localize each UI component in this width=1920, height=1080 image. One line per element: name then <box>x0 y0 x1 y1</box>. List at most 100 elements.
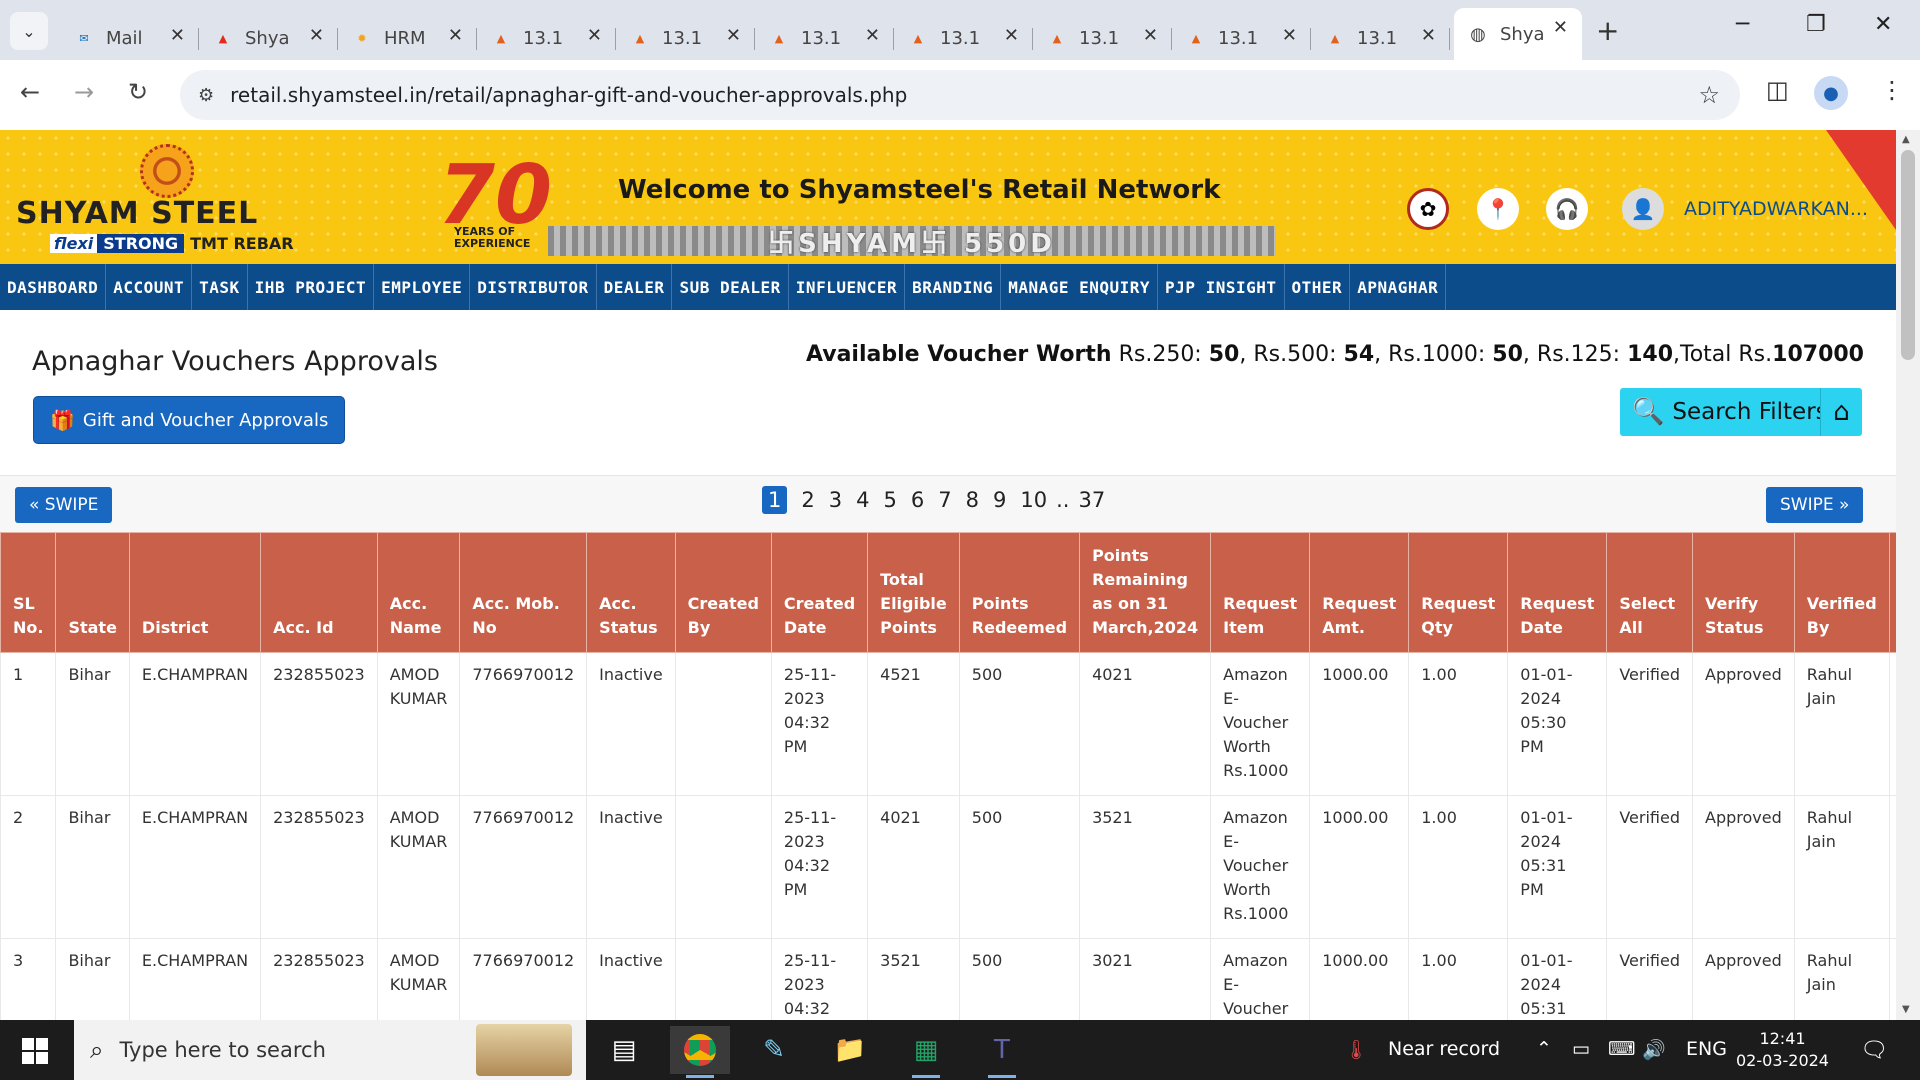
nav-item-apnaghar[interactable]: APNAGHAR <box>1350 264 1447 310</box>
close-tab-icon[interactable]: ✕ <box>726 25 741 46</box>
browser-tab[interactable]: ▲ 13.1 ✕ <box>755 16 894 60</box>
nav-item-account[interactable]: ACCOUNT <box>106 264 193 310</box>
close-tab-icon[interactable]: ✕ <box>865 25 880 46</box>
back-button[interactable]: ← <box>20 78 40 106</box>
table-row[interactable]: 2 Bihar E.CHAMPRAN 232855023 AMOD KUMAR 77669… <box>0 795 1896 939</box>
browser-tab[interactable]: ▲ 13.1 ✕ <box>477 16 616 60</box>
close-tab-icon[interactable]: ✕ <box>1143 25 1158 46</box>
close-tab-icon[interactable]: ✕ <box>587 25 602 46</box>
close-tab-icon[interactable]: ✕ <box>170 25 185 46</box>
side-panel-icon[interactable]: ◫ <box>1766 76 1789 104</box>
notepad-icon[interactable]: ✎ <box>744 1026 804 1074</box>
search-filters-button[interactable]: 🔍 Search Filters <box>1620 388 1840 436</box>
new-tab-button[interactable]: + <box>1596 14 1619 47</box>
language-indicator[interactable]: ENG <box>1686 1038 1727 1060</box>
close-tab-icon[interactable]: ✕ <box>1421 25 1436 46</box>
page-link[interactable]: 8 <box>966 488 979 512</box>
close-tab-icon[interactable]: ✕ <box>1282 25 1297 46</box>
user-avatar[interactable]: 👤 <box>1622 188 1664 230</box>
weather-icon[interactable]: 🌡 <box>1344 1038 1368 1061</box>
scroll-thumb[interactable] <box>1901 150 1915 360</box>
forward-button[interactable]: → <box>74 78 94 106</box>
nav-item-ihb-project[interactable]: IHB PROJECT <box>248 264 375 310</box>
bookmark-star-icon[interactable]: ☆ <box>1698 81 1720 109</box>
page-link[interactable]: 7 <box>938 488 951 512</box>
swipe-next-button[interactable]: SWIPE » <box>1766 487 1864 523</box>
scroll-down-icon[interactable]: ▼ <box>1902 1004 1910 1015</box>
nav-item-pjp-insight[interactable]: PJP INSIGHT <box>1158 264 1285 310</box>
browser-tab-active[interactable]: ◍ Shya ✕ <box>1454 8 1582 60</box>
close-tab-icon[interactable]: ✕ <box>1553 17 1568 38</box>
table-row[interactable]: 3 Bihar E.CHAMPRAN 232855023 AMOD KUMAR 77669… <box>0 938 1896 1020</box>
page-link[interactable]: 10 <box>1020 488 1047 512</box>
page-link[interactable]: 1 <box>762 486 788 514</box>
address-bar[interactable]: ⚙ retail.shyamsteel.in/retail/apnaghar-g… <box>180 70 1740 120</box>
table-cell: 1 <box>0 652 57 796</box>
volume-icon[interactable]: 🔊 <box>1642 1038 1666 1061</box>
taskbar-search[interactable]: ⌕ Type here to search <box>74 1020 586 1080</box>
windows-start-button[interactable] <box>22 1038 48 1064</box>
corner-decoration <box>1826 130 1896 230</box>
notification-icon[interactable]: 🗨 <box>1860 1038 1888 1063</box>
close-tab-icon[interactable]: ✕ <box>448 25 463 46</box>
column-header: Verified By <box>1793 532 1890 653</box>
column-header: SL No. <box>0 532 57 653</box>
nav-item-sub-dealer[interactable]: SUB DEALER <box>672 264 789 310</box>
reload-button[interactable]: ↻ <box>128 78 148 106</box>
nav-item-other[interactable]: OTHER <box>1285 264 1351 310</box>
teams-icon[interactable]: T <box>972 1026 1032 1078</box>
excel-icon[interactable]: ▦ <box>896 1026 956 1078</box>
page-link-last[interactable]: 37 <box>1078 488 1105 512</box>
weather-text[interactable]: Near record <box>1388 1038 1500 1060</box>
close-tab-icon[interactable]: ✕ <box>309 25 324 46</box>
nav-item-distributor[interactable]: DISTRIBUTOR <box>470 264 597 310</box>
nav-item-dashboard[interactable]: DASHBOARD <box>0 264 107 310</box>
browser-tab[interactable]: ▲ 13.1 ✕ <box>1172 16 1311 60</box>
page-link[interactable]: 3 <box>829 488 842 512</box>
battery-icon[interactable]: ▭ <box>1572 1038 1590 1060</box>
page-link[interactable]: 4 <box>856 488 869 512</box>
nav-item-dealer[interactable]: DEALER <box>597 264 673 310</box>
browser-tab[interactable]: ▲ 13.1 ✕ <box>1033 16 1172 60</box>
map-pin-icon[interactable]: 📍 <box>1477 188 1519 230</box>
close-tab-icon[interactable]: ✕ <box>1004 25 1019 46</box>
table-row[interactable]: 1 Bihar E.CHAMPRAN 232855023 AMOD KUMAR 77669… <box>0 652 1896 796</box>
page-link[interactable]: 9 <box>993 488 1006 512</box>
browser-tab[interactable]: ▲ 13.1 ✕ <box>1311 16 1450 60</box>
profile-avatar[interactable]: ● <box>1814 76 1848 110</box>
minimize-button[interactable]: ─ <box>1736 12 1749 37</box>
chrome-taskbar-icon[interactable] <box>670 1026 730 1078</box>
nav-item-branding[interactable]: BRANDING <box>905 264 1002 310</box>
page-link[interactable]: 5 <box>884 488 897 512</box>
browser-tab[interactable]: ▲ 13.1 ✕ <box>894 16 1033 60</box>
scroll-up-icon[interactable]: ▲ <box>1902 134 1910 145</box>
network-icon[interactable]: ⌨ <box>1608 1038 1635 1060</box>
tab-search-button[interactable]: ⌄ <box>10 12 48 50</box>
show-hidden-icons[interactable]: ⌃ <box>1536 1038 1552 1060</box>
browser-tab[interactable]: ✉ Mail ✕ <box>60 16 199 60</box>
page-link[interactable]: 6 <box>911 488 924 512</box>
nav-item-task[interactable]: TASK <box>192 264 248 310</box>
task-view-icon[interactable]: ▤ <box>594 1026 654 1074</box>
gift-voucher-approvals-button[interactable]: 🎁 Gift and Voucher Approvals <box>33 396 346 444</box>
restore-button[interactable]: ❐ <box>1806 12 1826 37</box>
url-text[interactable]: retail.shyamsteel.in/retail/apnaghar-gif… <box>230 83 907 107</box>
site-settings-icon[interactable]: ⚙ <box>198 85 214 106</box>
file-explorer-icon[interactable]: 📁 <box>820 1026 880 1074</box>
home-button[interactable]: ⌂ <box>1820 388 1862 436</box>
nav-item-employee[interactable]: EMPLOYEE <box>374 264 471 310</box>
support-agent-icon[interactable]: 🎧 <box>1546 188 1588 230</box>
close-window-button[interactable]: ✕ <box>1874 12 1892 37</box>
swipe-prev-button[interactable]: « SWIPE <box>15 487 113 523</box>
browser-tab[interactable]: ▲ 13.1 ✕ <box>616 16 755 60</box>
menu-kebab-icon[interactable]: ⋮ <box>1880 76 1904 104</box>
column-header[interactable]: Select All <box>1606 532 1693 653</box>
page-scrollbar[interactable]: ▲ ▼ <box>1896 130 1920 1020</box>
nav-item-manage-enquiry[interactable]: MANAGE ENQUIRY <box>1001 264 1159 310</box>
apnaghar-logo-icon[interactable]: ✿ <box>1407 188 1449 230</box>
browser-tab[interactable]: ✹ HRM ✕ <box>338 16 477 60</box>
page-link[interactable]: 2 <box>801 488 814 512</box>
browser-tab[interactable]: ▲ Shya ✕ <box>199 16 338 60</box>
system-clock[interactable]: 12:41 02-03-2024 <box>1736 1028 1829 1072</box>
nav-item-influencer[interactable]: INFLUENCER <box>789 264 906 310</box>
